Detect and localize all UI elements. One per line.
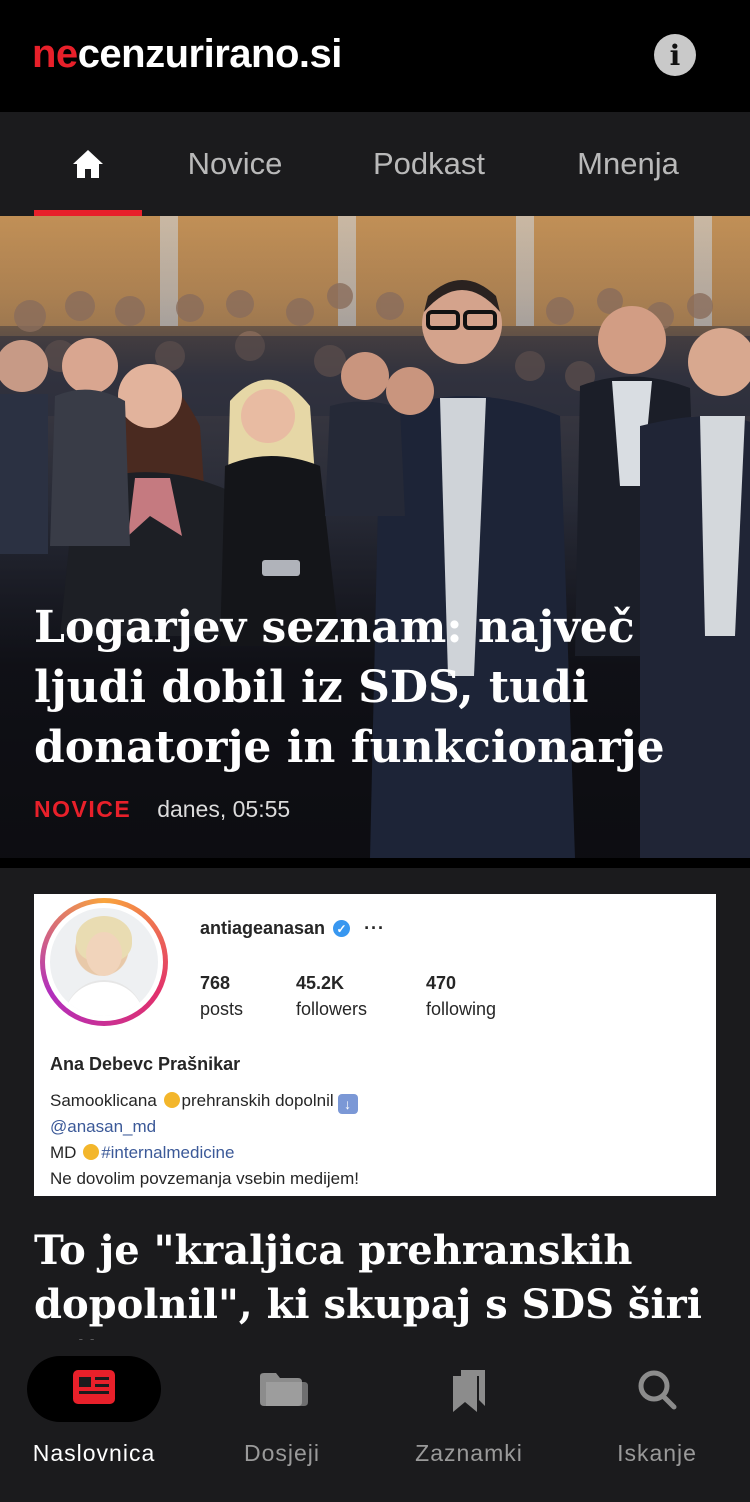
nav-naslovnica[interactable]: Naslovnica [0, 1340, 188, 1502]
featured-article[interactable]: Logarjev seznam: največ ljudi dobil iz S… [0, 216, 750, 858]
info-symbol: i [669, 38, 681, 72]
stat-followers-value: 45.2K [296, 973, 345, 993]
nav-label: Zaznamki [415, 1440, 523, 1466]
tab-mnenja[interactable]: Mnenja [560, 112, 696, 216]
bio-text: MD [50, 1143, 77, 1162]
nav-zaznamki[interactable]: Zaznamki [375, 1340, 563, 1502]
stat-following-value: 470 [426, 973, 457, 993]
logo-prefix: ne [32, 32, 78, 76]
folder-icon [260, 1373, 308, 1406]
news-icon [73, 1370, 115, 1404]
bio-text: Ne dovolim povzemanja vsebin medijem! [50, 1169, 359, 1188]
divider [0, 858, 750, 868]
profile-name: Ana Debevc Prašnikar [50, 1054, 241, 1074]
username-text: antiageanasan [200, 918, 326, 938]
stat-following-label: following [426, 999, 497, 1019]
search-icon [638, 1370, 677, 1410]
profile-username: antiageanasan ✓ ··· [200, 918, 385, 939]
emoji-icon [83, 1144, 100, 1160]
tab-home[interactable] [34, 112, 142, 216]
stat-followers: 45.2K followers [296, 970, 367, 1022]
info-icon[interactable]: i [654, 34, 696, 76]
site-logo[interactable]: necenzurirano.si [32, 32, 342, 77]
top-bar: necenzurirano.si i [0, 0, 750, 112]
tab-podkast[interactable]: Podkast [352, 112, 506, 216]
bio-hashtag: #internalmedicine [101, 1143, 235, 1162]
timestamp: danes, 05:55 [157, 796, 291, 822]
featured-article-title[interactable]: Logarjev seznam: največ ljudi dobil iz S… [34, 598, 724, 778]
article-image: antiageanasan ✓ ··· 768 posts 45.2K foll… [34, 894, 716, 1196]
bookmarks-icon [453, 1370, 485, 1412]
stat-followers-label: followers [296, 999, 368, 1019]
bottom-navigation: Naslovnica Dosjeji Zaznamki Iskanje [0, 1340, 750, 1502]
nav-label: Dosjeji [243, 1440, 321, 1466]
logo-text: cenzurirano.si [77, 32, 343, 76]
verified-icon: ✓ [333, 920, 351, 937]
nav-label: Naslovnica [32, 1440, 156, 1466]
down-arrow-icon: ↓ [337, 1094, 358, 1114]
home-icon [73, 150, 103, 178]
category-label[interactable]: NOVICE [34, 796, 131, 823]
article-card[interactable]: antiageanasan ✓ ··· 768 posts 45.2K foll… [0, 868, 750, 1382]
featured-article-meta: NOVICE danes, 05:55 [34, 796, 290, 823]
nav-dosjeji[interactable]: Dosjeji [188, 1340, 376, 1502]
profile-avatar [40, 898, 168, 1026]
more-icon: ··· [364, 918, 386, 938]
stat-following: 470 following [426, 970, 496, 1022]
stat-posts: 768 posts [200, 970, 243, 1022]
nav-label: Iskanje [617, 1440, 697, 1466]
crown-emoji-icon [163, 1092, 180, 1108]
bio-text: prehranskih dopolnil [181, 1091, 334, 1110]
nav-iskanje[interactable]: Iskanje [563, 1340, 750, 1502]
category-tabs: Novice Podkast Mnenja [0, 112, 750, 216]
bio-link: @anasan_md [50, 1117, 157, 1136]
profile-bio: Samooklicana prehranskih dopolnil ↓ @anas… [50, 1088, 359, 1192]
stat-posts-label: posts [200, 999, 244, 1019]
tab-novice[interactable]: Novice [166, 112, 304, 216]
stat-posts-value: 768 [200, 973, 231, 993]
bio-text: Samooklicana [50, 1091, 157, 1110]
